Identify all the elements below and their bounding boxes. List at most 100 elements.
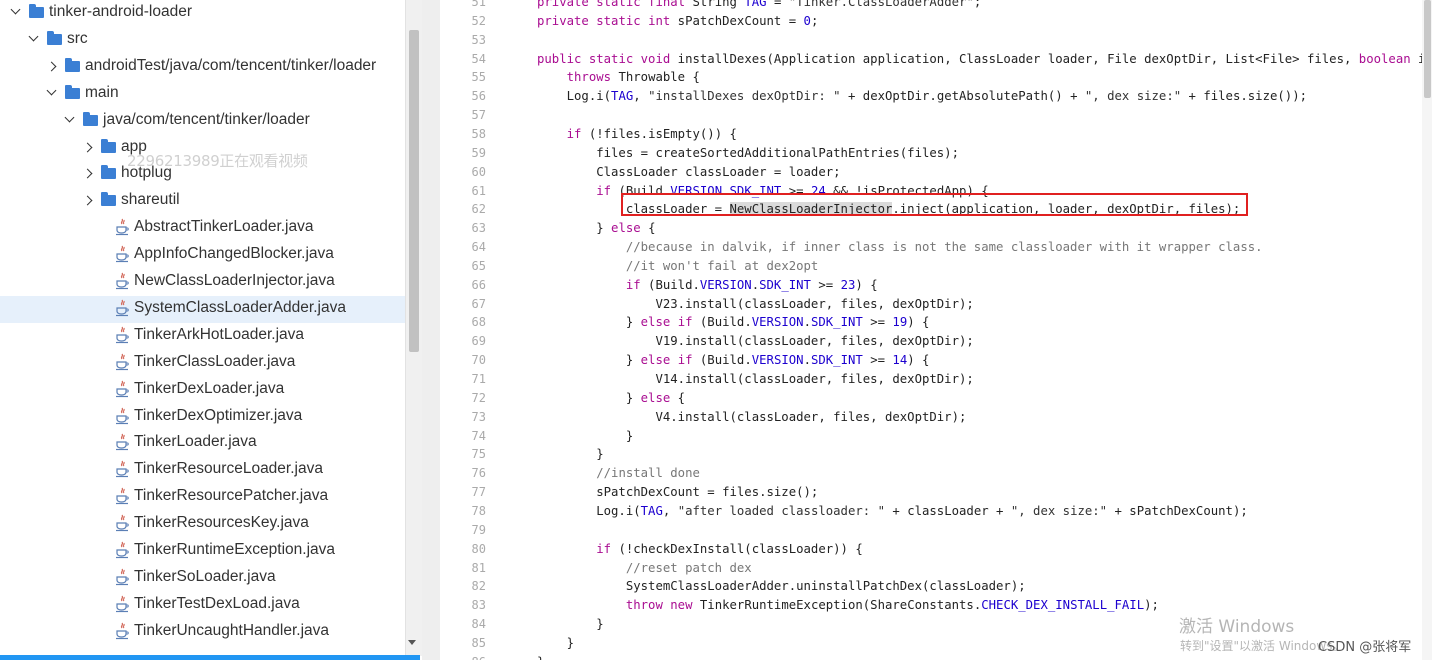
tree-file-row[interactable]: TinkerRuntimeException.java (0, 538, 405, 565)
tree-folder-row[interactable]: src (0, 27, 405, 54)
java-file-icon (114, 245, 130, 263)
line-number: 78 (471, 503, 486, 518)
tree-file-row[interactable]: TinkerResourceLoader.java (0, 457, 405, 484)
line-number: 81 (471, 560, 486, 575)
tree-folder-row[interactable]: shareutil (0, 188, 405, 215)
tree-file-row[interactable]: TinkerArkHotLoader.java (0, 323, 405, 350)
line-number: 74 (471, 428, 486, 443)
csdn-watermark: CSDN @张将军 (1318, 640, 1412, 655)
tree-file-row[interactable]: AbstractTinkerLoader.java (0, 215, 405, 242)
code-scrollbar[interactable] (1422, 0, 1432, 660)
tree-file-row[interactable]: TinkerTestDexLoad.java (0, 592, 405, 619)
code-text: throws Throwable { (566, 70, 700, 85)
line-number: 72 (471, 390, 486, 405)
tree-item-label: TinkerResourcesKey.java (134, 514, 309, 532)
highlight-annotation-box (621, 193, 1248, 216)
line-number: 77 (471, 485, 486, 500)
chevron-right-icon[interactable] (82, 195, 93, 206)
tree-file-row[interactable]: TinkerDexOptimizer.java (0, 404, 405, 431)
tree-item-label: TinkerLoader.java (134, 433, 257, 451)
line-number: 51 (471, 0, 486, 9)
line-number: 80 (471, 541, 486, 556)
java-file-icon (114, 272, 130, 290)
code-text: } (537, 635, 575, 650)
java-file-icon (114, 460, 130, 478)
tree-item-label: AppInfoChangedBlocker.java (134, 245, 334, 263)
tree-item-label: TinkerArkHotLoader.java (134, 325, 305, 343)
java-file-icon (114, 595, 130, 613)
chevron-down-icon[interactable] (64, 112, 75, 123)
tree-folder-row[interactable]: main (0, 81, 405, 108)
chevron-down-icon[interactable] (28, 31, 39, 42)
tree-item-label: TinkerClassLoader.java (134, 352, 296, 370)
code-text: V4.install(classLoader, files, dexOptDir… (537, 409, 967, 424)
java-file-icon (114, 433, 130, 451)
folder-icon (83, 111, 98, 126)
scroll-down-arrow-icon[interactable] (408, 640, 416, 645)
java-file-icon (114, 487, 130, 505)
chevron-down-icon[interactable] (46, 85, 57, 96)
tree-item-label: tinker-android-loader (49, 3, 193, 20)
code-text: } else if (Build.VERSION.SDK_INT >= 14) … (537, 353, 930, 368)
chevron-right-icon[interactable] (82, 142, 93, 152)
tree-item-label: TinkerResourcePatcher.java (134, 487, 329, 505)
code-text: public static void installDexes(Applicat… (537, 51, 1426, 66)
chevron-down-icon[interactable] (10, 4, 21, 15)
tree-folder-row[interactable]: java/com/tencent/tinker/loader (0, 108, 405, 135)
tree-file-row[interactable]: TinkerSoLoader.java (0, 565, 405, 592)
tree-item-label: TinkerRuntimeException.java (134, 541, 336, 558)
tree-item-label: TinkerTestDexLoad.java (134, 594, 300, 612)
tree-file-row[interactable]: TinkerClassLoader.java (0, 350, 405, 377)
code-text: Log.i(TAG, "installDexes dexOptDir: " + … (537, 89, 1307, 104)
line-number: 59 (471, 145, 486, 160)
tree-file-row[interactable]: SystemClassLoaderAdder.java (0, 295, 405, 323)
folder-icon (65, 84, 80, 99)
tree-file-row[interactable]: AppInfoChangedBlocker.java (0, 242, 405, 269)
line-number: 57 (471, 108, 486, 123)
code-text: if (!files.isEmpty()) { (566, 126, 737, 141)
chevron-right-icon[interactable] (82, 168, 93, 179)
tree-item-label: main (85, 83, 119, 101)
tree-item-label: shareutil (121, 191, 180, 209)
tree-file-row[interactable]: TinkerUncaughtHandler.java (0, 619, 405, 646)
code-text: private static final String TAG = "Tinke… (537, 0, 982, 9)
line-number: 67 (471, 296, 486, 311)
java-file-icon (114, 514, 130, 532)
code-scrollbar-thumb[interactable] (1424, 0, 1431, 98)
line-number: 60 (471, 164, 486, 179)
java-file-icon (114, 407, 130, 425)
code-gutter (422, 0, 441, 660)
line-number: 85 (471, 635, 486, 650)
line-number: 54 (471, 51, 486, 66)
chevron-right-icon[interactable] (46, 61, 57, 72)
line-number: 64 (471, 240, 486, 255)
code-editor[interactable]: 51 private static final String TAG = "Tin… (440, 0, 1432, 660)
java-file-icon (114, 326, 130, 344)
code-text: SystemClassLoaderAdder.uninstallPatchDex… (537, 579, 1026, 594)
tree-file-row[interactable]: TinkerResourcePatcher.java (0, 484, 405, 511)
code-text: V14.install(classLoader, files, dexOptDi… (537, 372, 974, 386)
line-number: 84 (471, 617, 486, 632)
tree-file-row[interactable]: TinkerDexLoader.java (0, 377, 405, 404)
tree-item-label: src (67, 29, 88, 47)
line-number: 76 (471, 466, 486, 481)
java-file-icon (114, 541, 130, 559)
tree-item-label: NewClassLoaderInjector.java (134, 272, 335, 289)
code-text: private static int sPatchDexCount = 0; (537, 13, 819, 28)
line-number: 73 (471, 409, 486, 424)
line-number: 86 (440, 655, 486, 660)
code-text: sPatchDexCount = files.size(); (537, 485, 819, 500)
tree-folder-row[interactable]: tinker-android-loader (0, 0, 405, 27)
line-number: 56 (471, 89, 486, 104)
code-text: //install done (596, 466, 700, 481)
code-text: files = createSortedAdditionalPathEntrie… (537, 145, 959, 160)
file-tree-scrollbar-thumb[interactable] (409, 30, 419, 352)
tree-item-label: AbstractTinkerLoader.java (134, 218, 314, 236)
tree-folder-row[interactable]: androidTest/java/com/tencent/tinker/load… (0, 54, 405, 81)
file-tree-panel: tinker-android-loader src androidTest/java… (0, 0, 405, 660)
line-number: 52 (471, 13, 486, 28)
code-text: } (537, 617, 604, 632)
tree-file-row[interactable]: TinkerLoader.java (0, 430, 405, 457)
tree-file-row[interactable]: NewClassLoaderInjector.java (0, 269, 405, 296)
tree-file-row[interactable]: TinkerResourcesKey.java (0, 511, 405, 538)
